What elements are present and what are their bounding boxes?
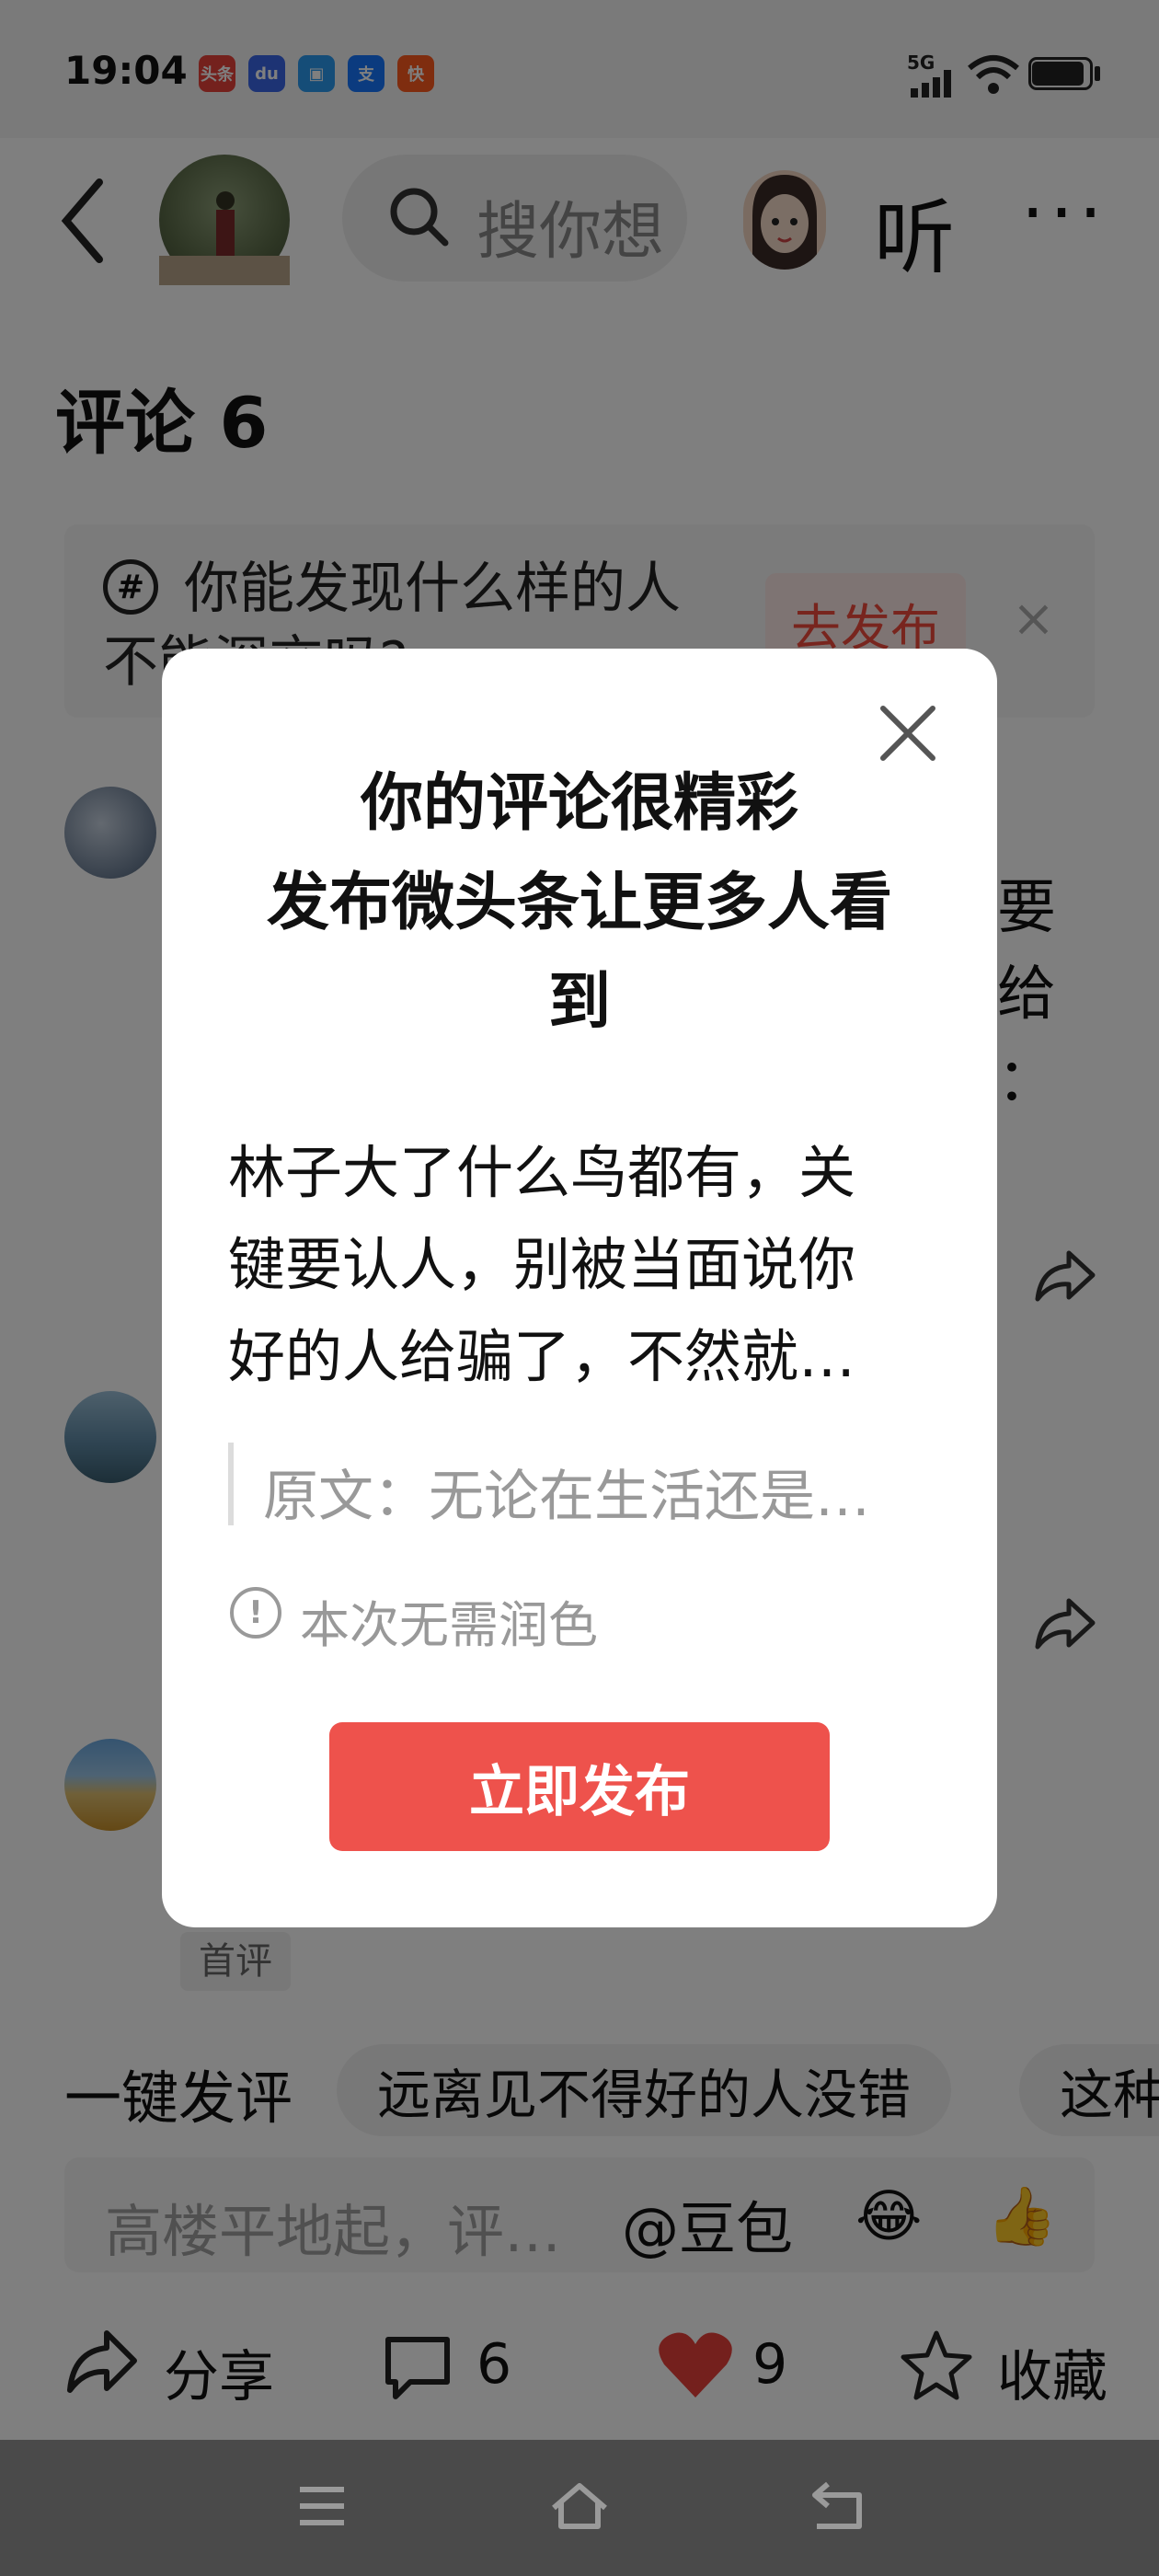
dialog-comment-preview: 林子大了什么鸟都有，关键要认人，别被当面说你好的人给骗了，不然就… xyxy=(228,1139,856,1390)
dialog-title-line: 到 xyxy=(547,966,611,1039)
home-nav-icon[interactable] xyxy=(548,2480,611,2532)
original-quote-text: 原文：无论在生活还是… xyxy=(263,1465,870,1529)
quote-bar xyxy=(228,1443,234,1525)
dialog-title: 你的评论很精彩 发布微头条让更多人看 到 xyxy=(217,754,942,1052)
dialog-title-line: 你的评论很精彩 xyxy=(360,767,798,840)
dialog-title-line: 发布微头条让更多人看 xyxy=(266,867,892,939)
back-nav-icon[interactable] xyxy=(808,2480,866,2532)
menu-nav-icon[interactable] xyxy=(296,2484,348,2528)
no-polish-needed-text: 本次无需润色 xyxy=(300,1596,598,1654)
publish-now-button[interactable]: 立即发布 xyxy=(329,1722,830,1851)
info-icon: ! xyxy=(230,1587,281,1639)
